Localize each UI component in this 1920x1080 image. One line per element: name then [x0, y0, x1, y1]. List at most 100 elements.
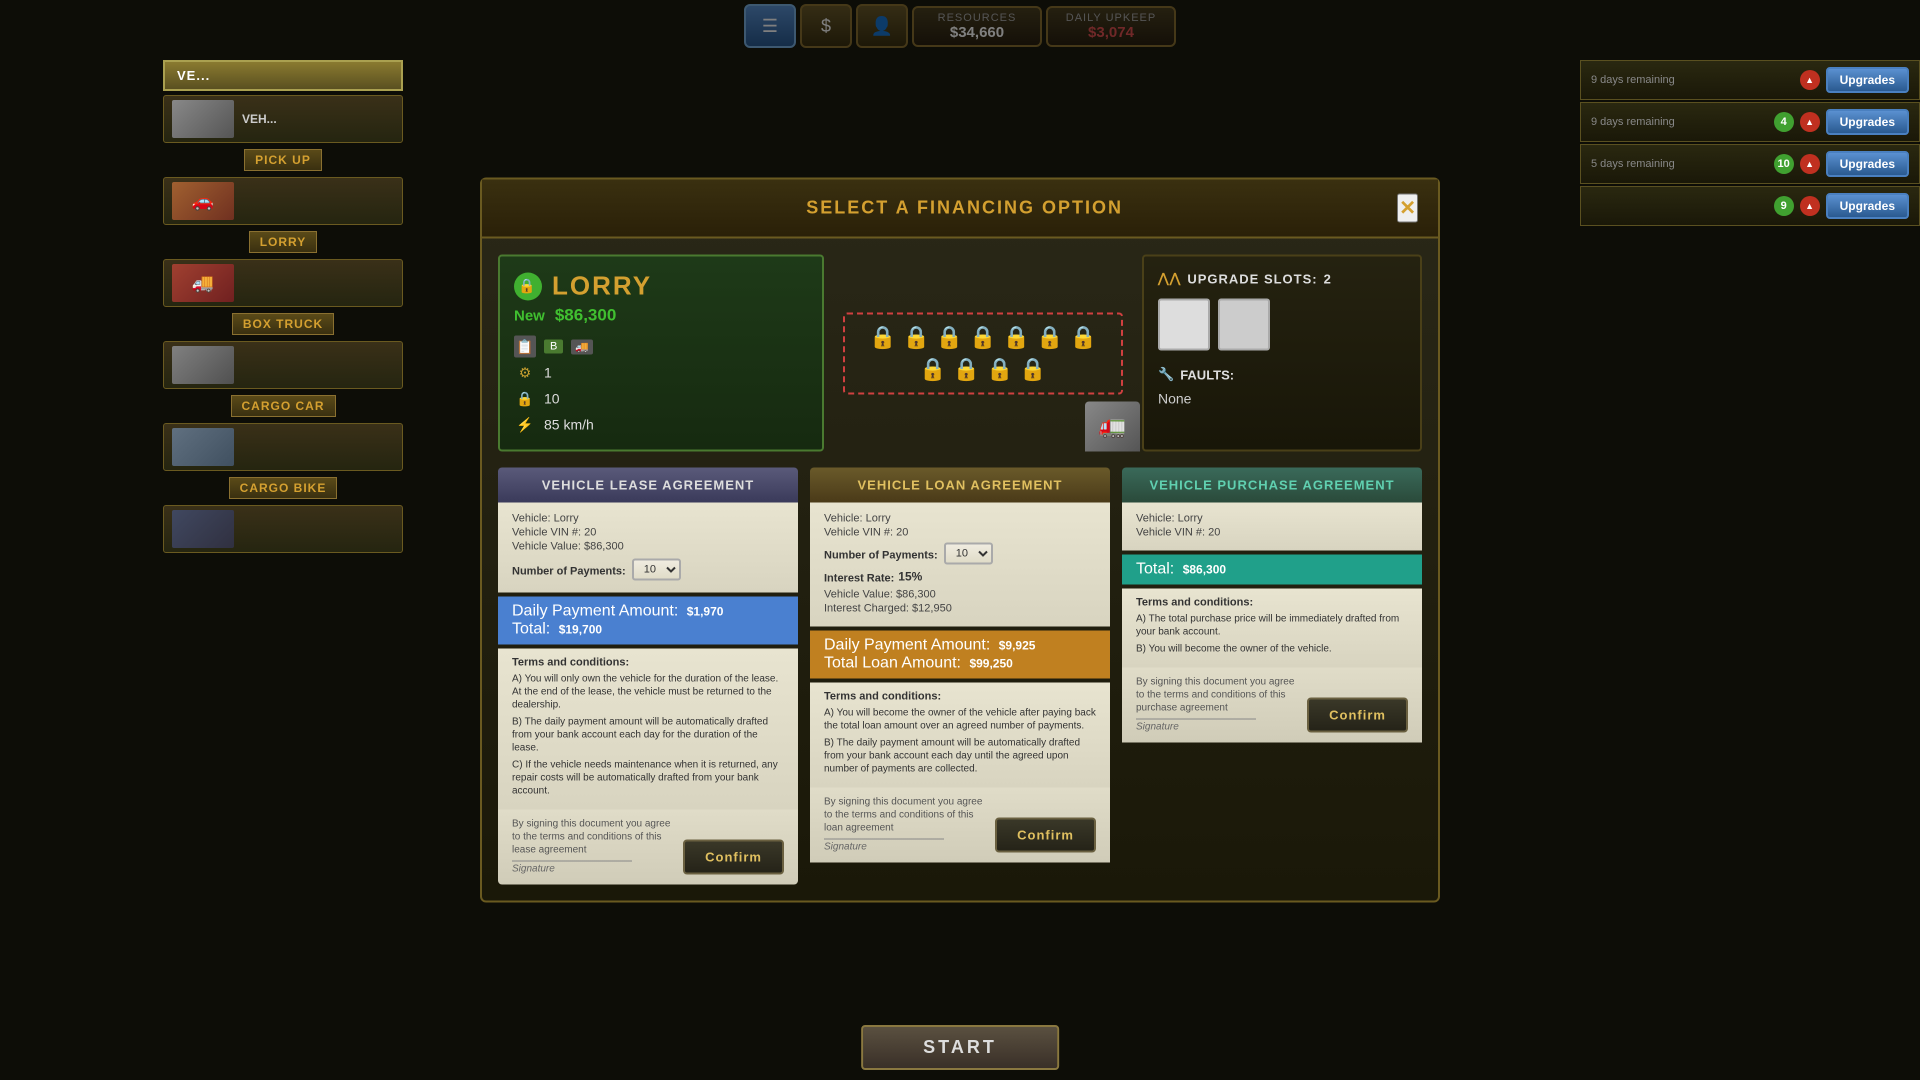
loan-confirm-button[interactable]: Confirm — [995, 818, 1096, 853]
pickup-thumb: 🚗 — [172, 182, 234, 220]
loan-total-amount: $99,250 — [969, 657, 1012, 671]
cargocar-label: CARGO CAR — [231, 395, 336, 417]
purchase-total-highlight: Total: $86,300 — [1122, 555, 1422, 585]
loan-payments-row: Number of Payments: 10 20 — [824, 543, 1096, 565]
right-sidebar-item-4: 9 ▲ Upgrades — [1580, 186, 1920, 226]
loan-header: VEHICLE LOAN AGREEMENT — [810, 468, 1110, 503]
sidebar-item-lorry[interactable]: 🚚 — [163, 259, 403, 307]
upgrades-button-2[interactable]: Upgrades — [1826, 109, 1909, 135]
boxtruck-label: BOX TRUCK — [232, 313, 334, 335]
new-badge: New — [514, 307, 545, 324]
loan-payments-select[interactable]: 10 20 — [944, 543, 993, 565]
loan-card: VEHICLE LOAN AGREEMENT Vehicle: Lorry Ve… — [810, 468, 1110, 885]
cargo-stat-row: 🔒 10 — [514, 388, 808, 410]
vehicle-stats: 📋 B 🚚 ⚙ 1 🔒 10 ⚡ 85 km/h — [514, 336, 808, 436]
faults-value: None — [1158, 391, 1406, 407]
fault-badge-3: ▲ — [1800, 154, 1820, 174]
purchase-signing-text: By signing this document you agree to th… — [1136, 676, 1296, 715]
sidebar-item-boxtruck[interactable] — [163, 341, 403, 389]
sidebar-item-cargocar[interactable] — [163, 423, 403, 471]
purchase-total-amount: $86,300 — [1183, 563, 1226, 577]
upgrade-chevron-icon: ⋀⋀ — [1158, 271, 1181, 287]
loan-interest-charged: Interest Charged: $12,950 — [824, 603, 1096, 615]
loan-payment-highlight: Daily Payment Amount: $9,925 Total Loan … — [810, 631, 1110, 679]
loan-total-row: Total Loan Amount: $99,250 — [824, 655, 1096, 673]
upgrade-slots-label: UPGRADE SLOTS: — [1187, 271, 1317, 286]
loan-term-b: B) The daily payment amount will be auto… — [824, 737, 1096, 776]
lease-total-row: Total: $19,700 — [512, 621, 784, 639]
vehicle-name-text: LORRY — [552, 271, 652, 302]
loan-vin: Vehicle VIN #: 20 — [824, 527, 1096, 539]
sidebar-items-list: VEH... PICK UP 🚗 LORRY 🚚 BOX TRUCK CARGO… — [163, 95, 403, 553]
lease-terms: Terms and conditions: A) You will only o… — [498, 649, 798, 810]
stat-icons-row: 📋 B 🚚 — [514, 336, 808, 358]
vehicle-thumb — [172, 100, 234, 138]
lease-payments-select[interactable]: 10 20 30 — [632, 559, 681, 581]
loan-vehicle: Vehicle: Lorry — [824, 513, 1096, 525]
loan-payments-label: Number of Payments: — [824, 550, 938, 562]
vehicle-status-icon: 🔒 — [514, 272, 542, 300]
cargobike-label: CARGO BIKE — [229, 477, 338, 499]
purchase-card: VEHICLE PURCHASE AGREEMENT Vehicle: Lorr… — [1122, 468, 1422, 885]
remaining-2: 9 days remaining — [1591, 116, 1675, 128]
sidebar-item-vehicles[interactable]: VEH... — [163, 95, 403, 143]
purchase-signature-label: Signature — [1136, 722, 1296, 733]
vehicle-price-row: New $86,300 — [514, 306, 808, 326]
modal-title: SELECT A FINANCING OPTION — [532, 198, 1397, 219]
lease-daily-label: Daily Payment Amount: $1,970 — [512, 603, 784, 621]
lease-header: VEHICLE LEASE AGREEMENT — [498, 468, 798, 503]
lease-confirm-button[interactable]: Confirm — [683, 840, 784, 875]
purchase-vin: Vehicle VIN #: 20 — [1136, 527, 1408, 539]
fault-badge-4: ▲ — [1800, 196, 1820, 216]
lease-vehicle-value: Vehicle Value: $86,300 — [512, 541, 784, 553]
remaining-3: 5 days remaining — [1591, 158, 1675, 170]
cargo-item: 🔒 — [953, 356, 980, 382]
faults-icon: 🔧 — [1158, 367, 1174, 383]
loan-daily-row: Daily Payment Amount: $9,925 — [824, 637, 1096, 655]
modal-close-button[interactable]: ✕ — [1397, 194, 1418, 223]
loan-signature-area: By signing this document you agree to th… — [810, 788, 1110, 863]
lorry-label: LORRY — [249, 231, 318, 253]
speed-value: 85 km/h — [544, 417, 594, 433]
sidebar-item-pickup[interactable]: 🚗 — [163, 177, 403, 225]
upgrade-section: ⋀⋀ UPGRADE SLOTS: 2 🔧 FAULTS: None — [1142, 255, 1422, 452]
purchase-term-a: A) The total purchase price will be imme… — [1136, 613, 1408, 639]
purchase-header: VEHICLE PURCHASE AGREEMENT — [1122, 468, 1422, 503]
lease-term-c: C) If the vehicle needs maintenance when… — [512, 759, 784, 798]
pickup-label: PICK UP — [244, 149, 322, 171]
start-button[interactable]: START — [861, 1025, 1059, 1070]
count-badge-2: 4 — [1774, 112, 1794, 132]
vehicle-section: 🔒 LORRY New $86,300 📋 B 🚚 ⚙ 1 🔒 — [482, 239, 1438, 468]
upgrades-button-3[interactable]: Upgrades — [1826, 151, 1909, 177]
count-badge-3: 10 — [1774, 154, 1794, 174]
lease-terms-title: Terms and conditions: — [512, 657, 784, 669]
upgrades-button-4[interactable]: Upgrades — [1826, 193, 1909, 219]
purchase-terms-title: Terms and conditions: — [1136, 597, 1408, 609]
cargobike-thumb — [172, 510, 234, 548]
fault-badge-2: ▲ — [1800, 112, 1820, 132]
upgrade-slot-1 — [1158, 299, 1210, 351]
loan-signing-text: By signing this document you agree to th… — [824, 796, 984, 835]
right-sidebar-item-1: 9 days remaining ▲ Upgrades — [1580, 60, 1920, 100]
sidebar-item-cargobike[interactable] — [163, 505, 403, 553]
upgrades-button-1[interactable]: Upgrades — [1826, 67, 1909, 93]
faults-label: FAULTS: — [1180, 367, 1234, 382]
lease-term-b: B) The daily payment amount will be auto… — [512, 716, 784, 755]
lease-total-amount: $19,700 — [559, 623, 602, 637]
speed-stat-row: ⚡ 85 km/h — [514, 414, 808, 436]
loan-signing-text-area: By signing this document you agree to th… — [824, 796, 984, 853]
fault-badge-1: ▲ — [1800, 70, 1820, 90]
loan-vehicle-value: Vehicle Value: $86,300 — [824, 589, 1096, 601]
lorry-thumb: 🚚 — [172, 264, 234, 302]
upgrade-slots-area — [1158, 299, 1406, 351]
lease-term-a: A) You will only own the vehicle for the… — [512, 673, 784, 712]
cargo-item: 🔒 — [1003, 324, 1030, 350]
passenger-stat-row: ⚙ 1 — [514, 362, 808, 384]
lease-daily-amount: $1,970 — [687, 605, 724, 619]
sidebar-item-label: VEH... — [242, 112, 277, 126]
loan-interest-row: Interest Rate: 15% — [824, 567, 1096, 587]
cargo-item: 🔒 — [969, 324, 996, 350]
lease-signature-line — [512, 861, 632, 862]
purchase-confirm-button[interactable]: Confirm — [1307, 698, 1408, 733]
cargo-item: 🔒 — [986, 356, 1013, 382]
